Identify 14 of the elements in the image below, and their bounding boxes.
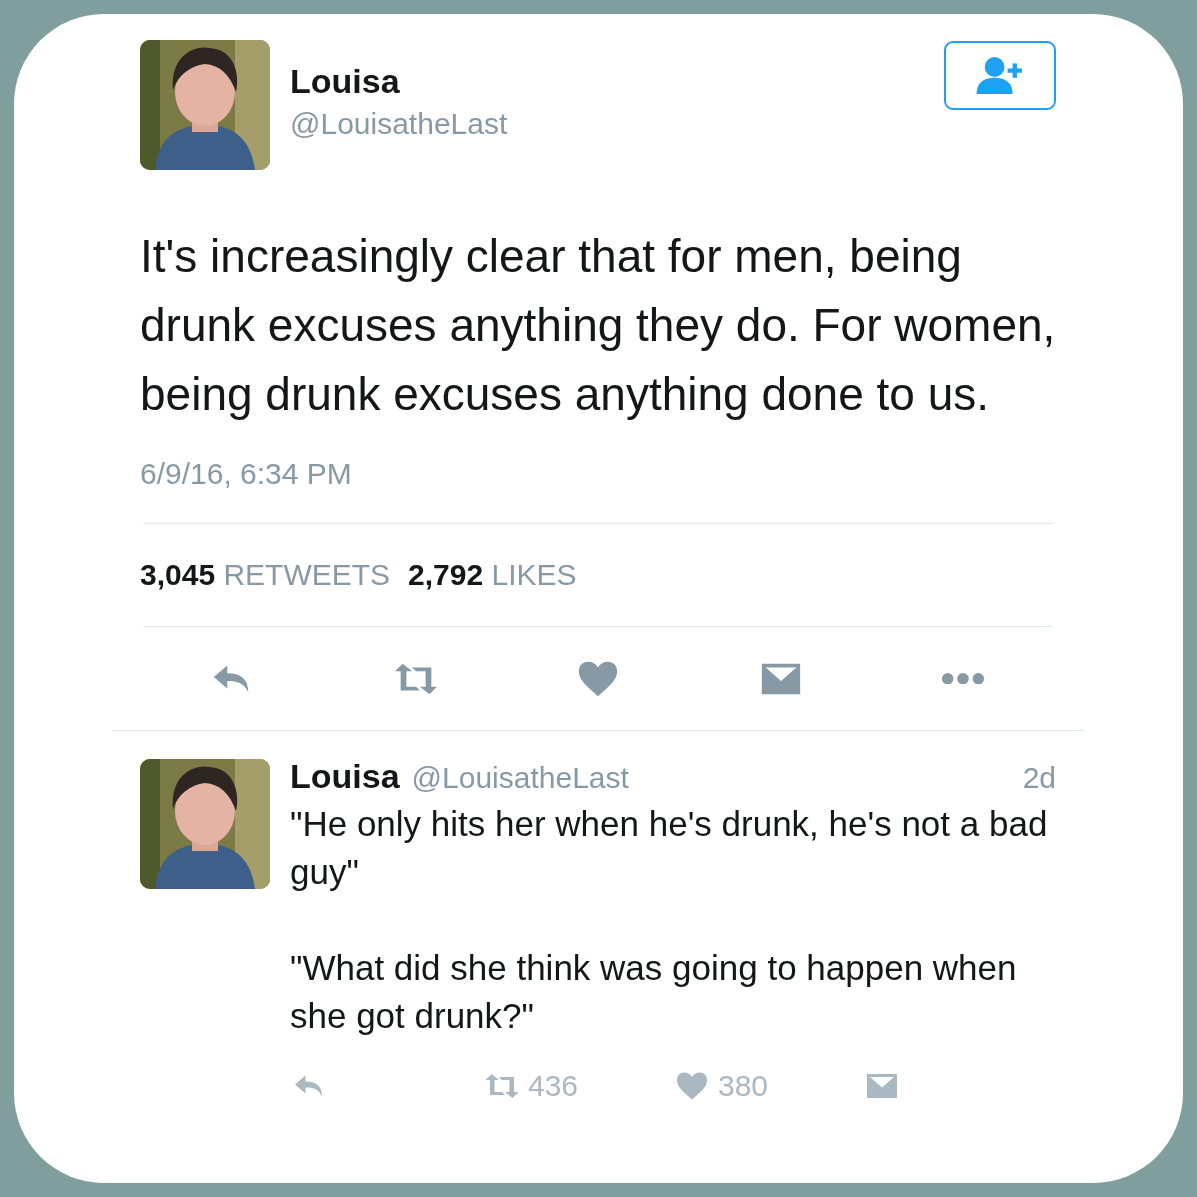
author-name: Louisa [290, 757, 400, 796]
author-handle: @LouisatheLast [411, 761, 629, 795]
author-handle: @LouisatheLast [290, 107, 509, 141]
reply-text: "He only hits her when he's drunk, he's not a bad guy" [290, 803, 1049, 893]
reply-time: 2d [1022, 761, 1056, 795]
stat-count[interactable]: 3,045 RETWEETS [140, 558, 391, 592]
tweet-text: It's increasingly clear that for men, being drunk excuses anything they do. For women, being drunk excuses anything done to us. [140, 229, 1056, 422]
more-icon [940, 672, 986, 685]
author-name: Louisa [290, 62, 401, 101]
reply-text: "What did she think was going to happen when she got drunk?" [290, 947, 1018, 1037]
follow-button[interactable] [944, 41, 1056, 110]
more-button[interactable] [940, 672, 986, 685]
timestamp: 6/9/16, 6:34 PM [140, 457, 353, 491]
stat-count[interactable]: 2,792 LIKES [408, 558, 577, 592]
